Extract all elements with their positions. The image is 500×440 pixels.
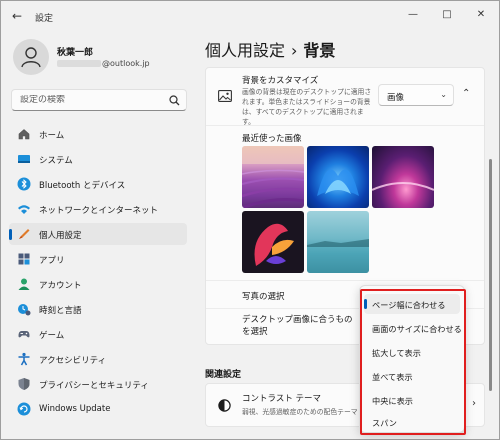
fit-option-fit[interactable]: 画面のサイズに合わせる bbox=[364, 318, 462, 338]
accessibility-icon bbox=[18, 352, 30, 366]
personalization-icon bbox=[19, 229, 30, 239]
search-input[interactable] bbox=[20, 95, 170, 105]
contrast-title: コントラスト テーマ bbox=[242, 394, 322, 404]
system-icon bbox=[18, 155, 30, 163]
settings-window: ← 設定 — □ ✕ 秋葉一郎 @outlook.jp ホーム システム Blu… bbox=[0, 0, 500, 440]
sidebar-item-windows-update[interactable]: Windows Update bbox=[9, 398, 187, 420]
recent-image-flow-red[interactable] bbox=[242, 211, 304, 273]
choose-photo-label: 写真の選択 bbox=[242, 292, 285, 302]
contrast-icon bbox=[218, 399, 231, 412]
fit-dropdown-menu: ページ幅に合わせる 画面のサイズに合わせる 拡大して表示 並べて表示 中央に表示… bbox=[359, 285, 465, 433]
red-flow-image bbox=[254, 223, 294, 266]
selected-indicator bbox=[364, 299, 367, 309]
profile-name: 秋葉一郎 bbox=[57, 48, 94, 58]
background-header[interactable]: 背景をカスタマイズ 画像の背景は現在のデスクトップに適用されます。単色またはスラ… bbox=[206, 68, 484, 126]
active-indicator bbox=[9, 229, 12, 240]
sidebar-item-accessibility[interactable]: アクセシビリティ bbox=[9, 348, 187, 370]
background-title: 背景をカスタマイズ bbox=[242, 76, 319, 86]
lavender-field-image bbox=[242, 146, 304, 208]
sidebar-item-label: 個人用設定 bbox=[39, 231, 82, 241]
fit-option-span[interactable]: スパン bbox=[364, 412, 460, 432]
user-icon bbox=[21, 47, 41, 68]
sidebar-item-home[interactable]: ホーム bbox=[9, 123, 187, 145]
sidebar-item-label: Bluetooth とデバイス bbox=[39, 181, 126, 191]
recent-image-lake[interactable] bbox=[307, 211, 369, 273]
fit-option-fill[interactable]: ページ幅に合わせる bbox=[364, 294, 460, 314]
bluetooth-icon bbox=[17, 177, 31, 191]
sidebar-item-personalization[interactable]: 個人用設定 bbox=[9, 223, 187, 245]
network-icon bbox=[18, 205, 30, 214]
recent-images-title: 最近使った画像 bbox=[242, 134, 302, 144]
sidebar-item-label: プライバシーとセキュリティ bbox=[39, 381, 149, 391]
maximize-icon[interactable]: □ bbox=[433, 5, 461, 25]
sidebar-item-time-language[interactable]: 時刻と言語 bbox=[9, 298, 187, 320]
pink-glow-image bbox=[372, 182, 434, 191]
blue-bloom-image bbox=[317, 169, 359, 196]
recent-image-lavender[interactable] bbox=[242, 146, 304, 208]
back-arrow-icon[interactable]: ← bbox=[9, 9, 25, 23]
lake-image bbox=[307, 239, 369, 273]
privacy-shield-icon bbox=[18, 378, 30, 390]
title-bar: ← 設定 — □ ✕ bbox=[1, 1, 499, 31]
profile-email-domain: @outlook.jp bbox=[102, 59, 150, 68]
sidebar-item-label: Windows Update bbox=[39, 404, 111, 414]
fit-option-label: スパン bbox=[372, 418, 397, 428]
sidebar-item-bluetooth[interactable]: Bluetooth とデバイス bbox=[9, 173, 187, 195]
close-icon[interactable]: ✕ bbox=[467, 5, 495, 25]
fit-option-center[interactable]: 中央に表示 bbox=[364, 390, 460, 410]
email-redaction bbox=[57, 60, 101, 67]
windows-update-icon bbox=[17, 402, 31, 416]
minimize-icon[interactable]: — bbox=[399, 5, 427, 25]
time-language-icon bbox=[18, 304, 31, 316]
sidebar-item-label: アカウント bbox=[39, 281, 82, 291]
home-icon bbox=[18, 129, 30, 140]
chevron-down-icon: ⌄ bbox=[440, 90, 447, 99]
fit-option-label: 中央に表示 bbox=[372, 396, 413, 406]
sidebar-item-label: アクセシビリティ bbox=[39, 356, 107, 366]
breadcrumb-separator: › bbox=[291, 41, 298, 60]
sidebar-item-label: アプリ bbox=[39, 256, 65, 266]
image-icon bbox=[218, 90, 232, 102]
fit-option-stretch[interactable]: 拡大して表示 bbox=[364, 342, 460, 362]
breadcrumb: 個人用設定 › 背景 bbox=[205, 37, 335, 61]
sidebar-item-label: ゲーム bbox=[39, 331, 65, 341]
scrollbar[interactable] bbox=[489, 159, 492, 391]
chevron-up-icon[interactable]: ⌃ bbox=[462, 88, 470, 99]
fit-option-label: 並べて表示 bbox=[372, 372, 413, 382]
sidebar-item-label: システム bbox=[39, 156, 73, 166]
sidebar-item-privacy[interactable]: プライバシーとセキュリティ bbox=[9, 373, 187, 395]
background-type-select[interactable]: 画像 ⌄ bbox=[378, 84, 454, 106]
fit-option-label: デスクトップ画像に合うものを選択 bbox=[242, 315, 353, 337]
fit-option-label: ページ幅に合わせる bbox=[372, 300, 446, 310]
apps-icon bbox=[18, 253, 30, 265]
fit-option-label: 拡大して表示 bbox=[372, 348, 421, 358]
chevron-right-icon: › bbox=[472, 398, 476, 409]
breadcrumb-parent[interactable]: 個人用設定 bbox=[205, 41, 285, 60]
background-description: 画像の背景は現在のデスクトップに適用されます。単色またはスライドショーの背景は、… bbox=[242, 88, 372, 126]
sidebar-item-gaming[interactable]: ゲーム bbox=[9, 323, 187, 345]
related-settings-title: 関連設定 bbox=[205, 370, 242, 380]
avatar[interactable] bbox=[13, 39, 49, 75]
recent-image-bloom-blue[interactable] bbox=[307, 146, 369, 208]
sidebar-item-accounts[interactable]: アカウント bbox=[9, 273, 187, 295]
search-box[interactable] bbox=[11, 89, 187, 111]
page-title: 背景 bbox=[303, 41, 336, 60]
contrast-description: 弱視、光感過敏症のための配色テーマ bbox=[242, 408, 358, 416]
profile-email: @outlook.jp bbox=[57, 59, 150, 68]
background-type-value: 画像 bbox=[387, 93, 405, 103]
sidebar-item-apps[interactable]: アプリ bbox=[9, 248, 187, 270]
fit-option-label: 画面のサイズに合わせる bbox=[372, 324, 462, 334]
sidebar-item-label: ホーム bbox=[39, 131, 65, 141]
sidebar-item-label: ネットワークとインターネット bbox=[39, 206, 159, 216]
sidebar-item-label: 時刻と言語 bbox=[39, 306, 82, 316]
gaming-icon bbox=[18, 331, 30, 338]
sidebar-item-system[interactable]: システム bbox=[9, 148, 187, 170]
search-icon[interactable] bbox=[169, 95, 180, 106]
account-icon bbox=[18, 278, 30, 290]
sidebar-item-network[interactable]: ネットワークとインターネット bbox=[9, 198, 187, 220]
recent-image-glow-pink[interactable] bbox=[372, 146, 434, 208]
divider bbox=[206, 280, 484, 281]
window-title: 設定 bbox=[35, 14, 54, 24]
fit-option-tile[interactable]: 並べて表示 bbox=[364, 366, 460, 386]
